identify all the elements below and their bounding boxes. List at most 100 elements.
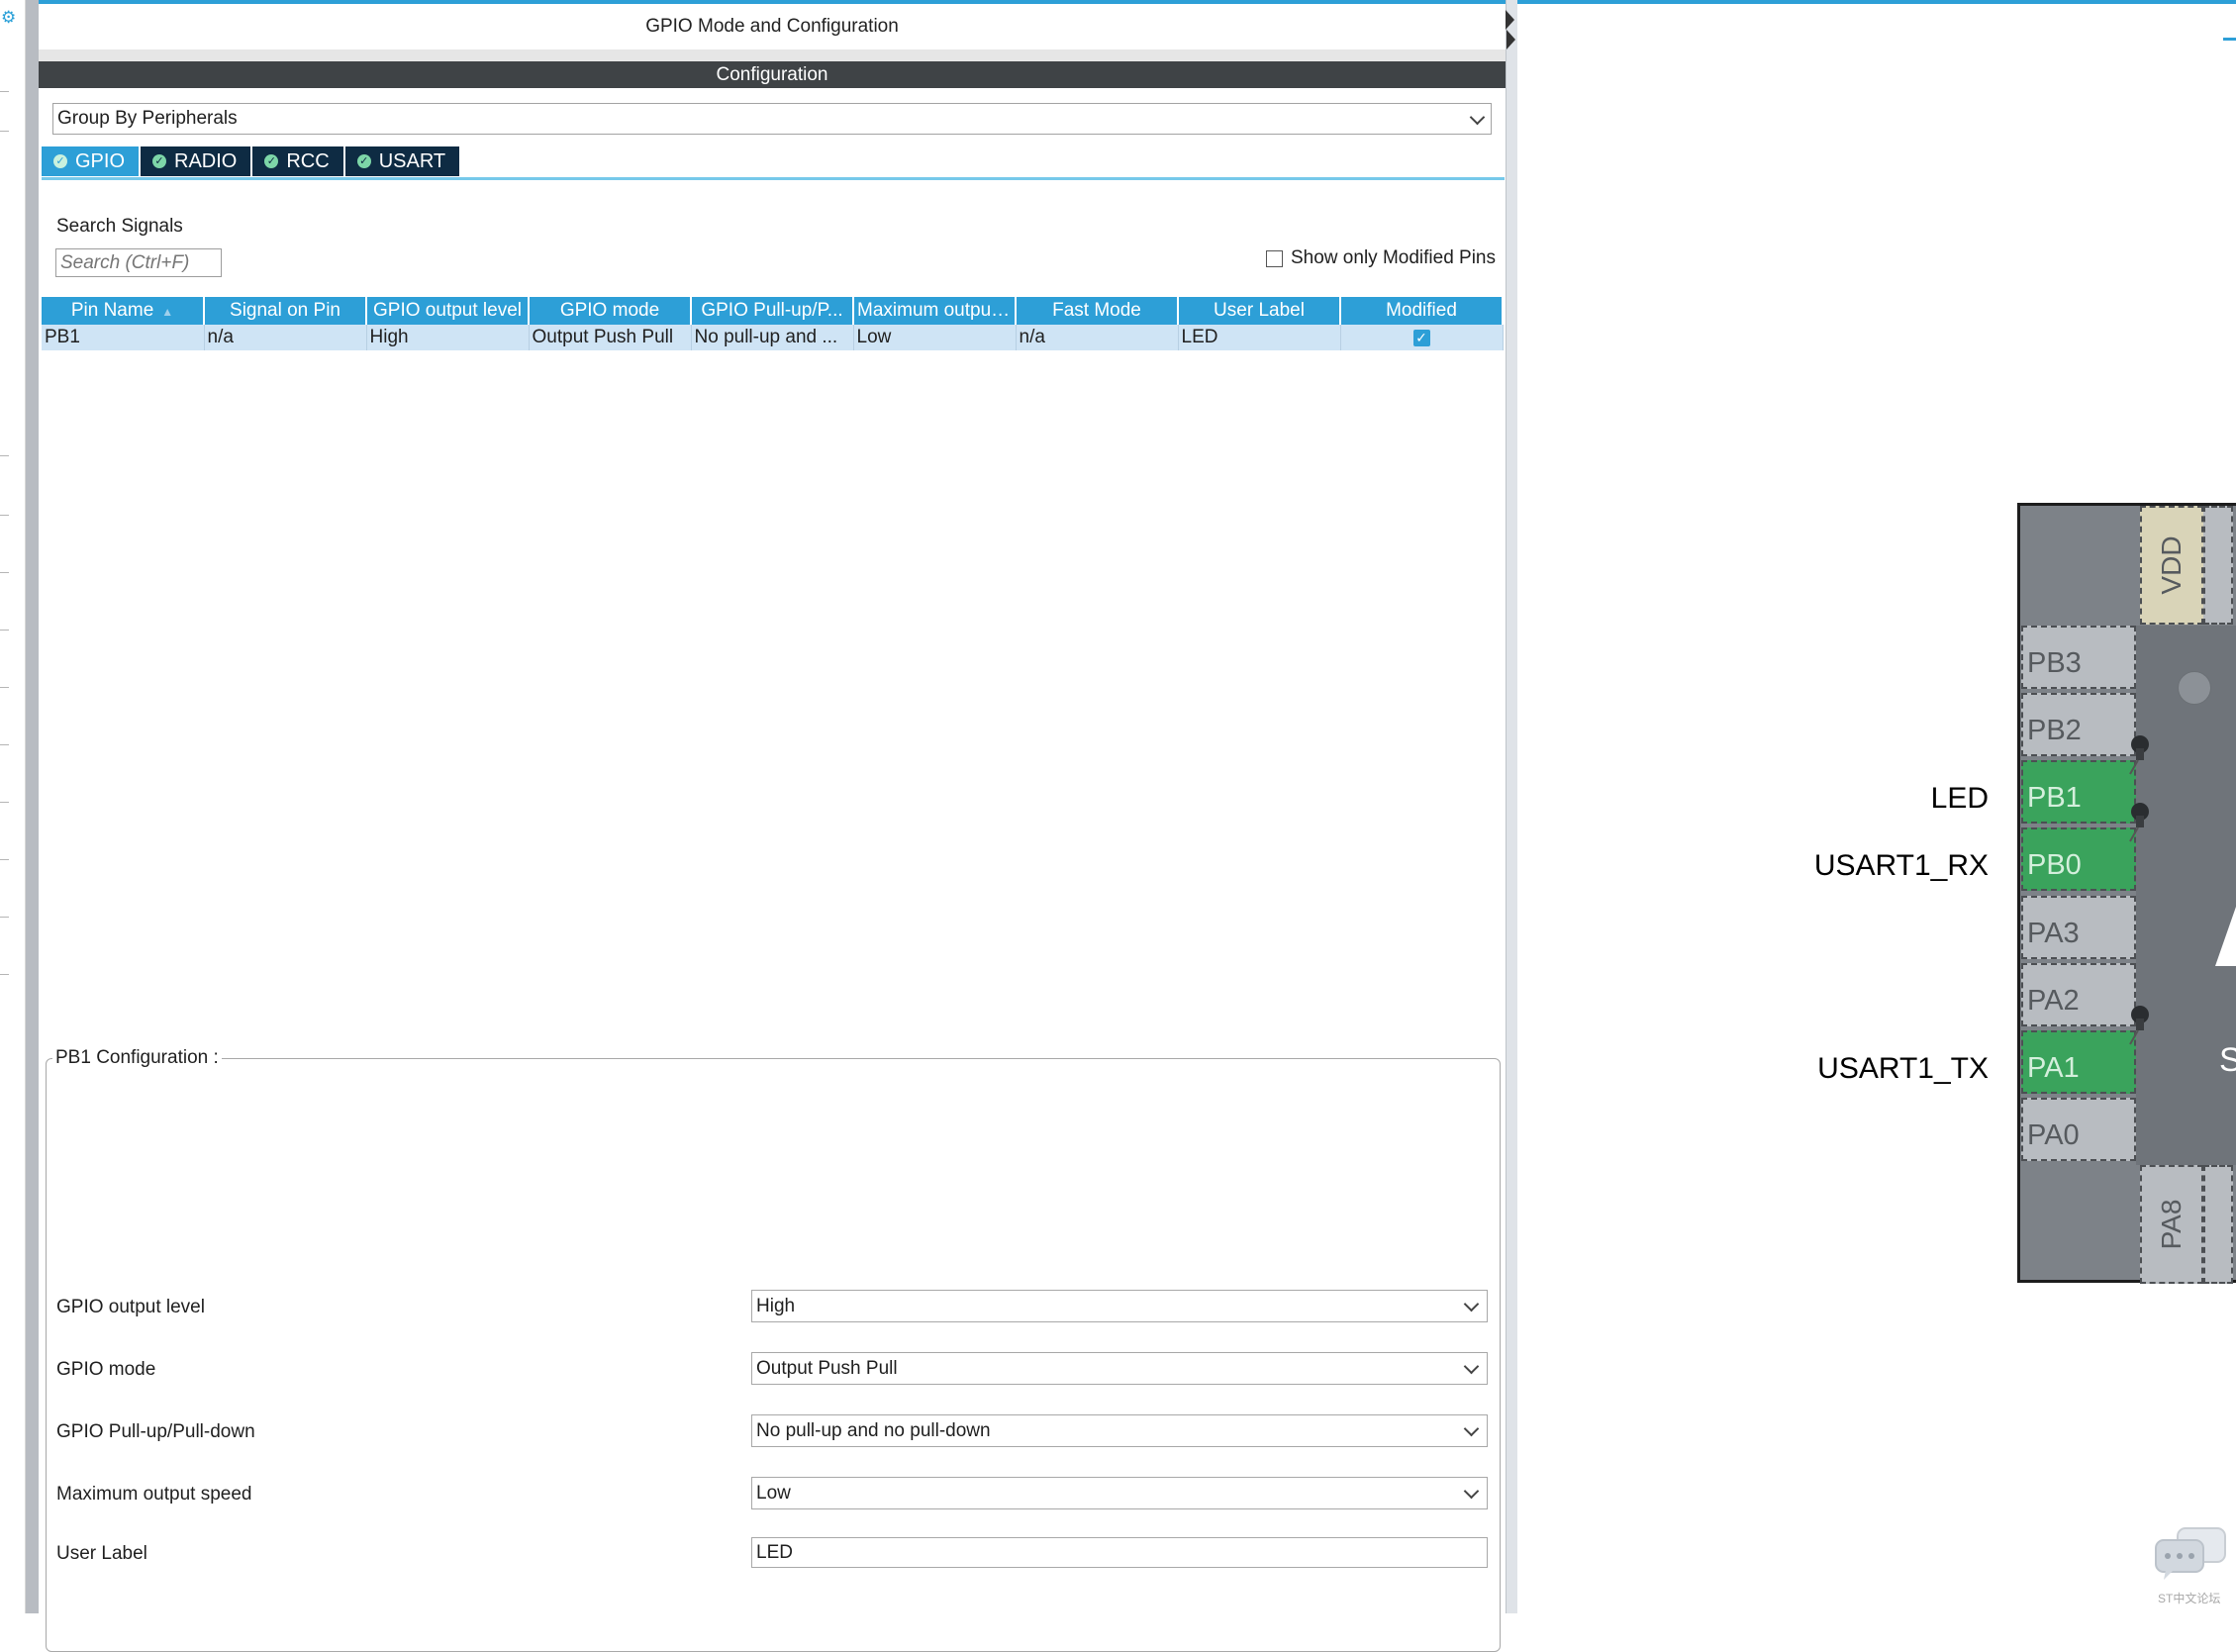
check-circle-icon: ✓	[356, 154, 371, 168]
cell-max-speed: Low	[853, 325, 1017, 350]
cell-user-label: LED	[1178, 325, 1341, 350]
user-label-label: User Label	[56, 1543, 147, 1564]
output-level-value: High	[756, 1296, 796, 1316]
check-circle-icon: ✓	[264, 154, 279, 168]
tab-label: RADIO	[174, 149, 238, 172]
panel-title: GPIO Mode and Configuration	[645, 16, 899, 37]
pin-pa1[interactable]: PA1	[2021, 1030, 2136, 1094]
pin1-indicator-dot	[2178, 671, 2211, 705]
modified-checkbox: ✓	[1412, 330, 1430, 346]
chip-body	[2136, 626, 2236, 1165]
pin-pa0[interactable]: PA0	[2021, 1098, 2136, 1161]
pin-pa8[interactable]: PA8	[2140, 1165, 2203, 1284]
tab-label: USART	[378, 149, 446, 172]
pin-pa3[interactable]: PA3	[2021, 896, 2136, 959]
column-header-modified[interactable]: Modified	[1340, 297, 1504, 325]
user-label-value: LED	[756, 1542, 793, 1563]
pin-configuration-title: PB1 Configuration :	[52, 1047, 222, 1069]
view-top-border	[1517, 0, 2236, 4]
pin-pa2[interactable]: PA2	[2021, 963, 2136, 1026]
chevron-down-icon	[1463, 1420, 1480, 1437]
pin-label-usart1-tx: USART1_TX	[1817, 1052, 1989, 1085]
output-level-select[interactable]: High	[751, 1290, 1488, 1322]
chat-bubble-icon	[2155, 1527, 2226, 1580]
gear-icon[interactable]: ⚙	[1, 9, 17, 26]
pull-value: No pull-up and no pull-down	[756, 1420, 991, 1441]
pin-signal-table: Pin Name ▲ Signal on Pin GPIO output leve…	[42, 297, 1504, 350]
pin-bottom-partial	[2203, 1165, 2233, 1284]
pull-select[interactable]: No pull-up and no pull-down	[751, 1414, 1488, 1447]
pull-label: GPIO Pull-up/Pull-down	[56, 1421, 255, 1442]
pushpin-icon	[2129, 735, 2149, 775]
view-marker	[2223, 38, 2236, 41]
group-by-select[interactable]: Group By Peripherals	[52, 103, 1492, 135]
cell-gpio-mode: Output Push Pull	[529, 325, 692, 350]
search-input[interactable]	[55, 248, 222, 277]
cell-signal: n/a	[204, 325, 367, 350]
pin-vdd[interactable]: VDD	[2140, 506, 2203, 625]
pin-pb0[interactable]: PB0	[2021, 827, 2136, 891]
pin-pb2[interactable]: PB2	[2021, 693, 2136, 756]
show-modified-label: Show only Modified Pins	[1291, 247, 1496, 268]
tab-label: RCC	[286, 149, 330, 172]
chevron-down-icon	[1463, 1358, 1480, 1375]
max-speed-label: Maximum output speed	[56, 1484, 252, 1505]
configuration-header: Configuration	[39, 61, 1506, 88]
left-scrollbar[interactable]	[26, 0, 39, 1613]
chevron-down-icon	[1463, 1296, 1480, 1312]
tab-usart[interactable]: ✓ USART	[344, 146, 462, 176]
column-header-pull[interactable]: GPIO Pull-up/P...	[691, 297, 854, 325]
pin-pb3[interactable]: PB3	[2021, 626, 2136, 689]
tab-gpio[interactable]: ✓ GPIO	[42, 146, 142, 176]
table-header-row: Pin Name ▲ Signal on Pin GPIO output leve…	[42, 297, 1504, 325]
tab-underline	[42, 177, 1505, 180]
column-header-max-speed[interactable]: Maximum output...	[853, 297, 1017, 325]
column-header-fast-mode[interactable]: Fast Mode	[1016, 297, 1179, 325]
gpio-mode-select[interactable]: Output Push Pull	[751, 1352, 1488, 1385]
collapse-arrow-icon[interactable]	[1506, 10, 1514, 30]
show-modified-pins[interactable]: Show only Modified Pins	[1266, 247, 1496, 269]
cell-output-level: High	[366, 325, 530, 350]
watermark-text: ST中文论坛	[2158, 1592, 2221, 1605]
pushpin-icon	[2129, 803, 2149, 842]
pin-top-partial	[2203, 506, 2233, 625]
collapse-arrow-icon[interactable]	[1507, 30, 1515, 49]
pin-pb1[interactable]: PB1	[2021, 760, 2136, 824]
column-header-gpio-mode[interactable]: GPIO mode	[529, 297, 692, 325]
check-circle-icon: ✓	[152, 154, 167, 168]
show-modified-checkbox[interactable]	[1266, 249, 1283, 267]
chevron-down-icon	[1469, 109, 1486, 126]
user-label-input[interactable]: LED	[751, 1537, 1488, 1568]
column-header-output-level[interactable]: GPIO output level	[366, 297, 530, 325]
table-row[interactable]: PB1 n/a High Output Push Pull No pull-up…	[42, 325, 1504, 350]
gpio-config-panel: GPIO Mode and Configuration Configuratio…	[39, 0, 1506, 1652]
check-circle-icon: ✓	[53, 154, 67, 168]
tab-rcc[interactable]: ✓ RCC	[252, 146, 345, 176]
max-speed-value: Low	[756, 1483, 791, 1504]
tab-label: GPIO	[75, 149, 126, 172]
column-header-pin-name[interactable]: Pin Name ▲	[42, 297, 205, 325]
cell-modified: ✓	[1340, 325, 1504, 350]
cell-fast-mode: n/a	[1016, 325, 1179, 350]
max-speed-select[interactable]: Low	[751, 1477, 1488, 1509]
sort-up-icon: ▲	[161, 305, 174, 319]
pushpin-icon	[2129, 1006, 2149, 1045]
left-sidebar-strip: ⚙	[0, 0, 26, 1613]
group-by-value: Group By Peripherals	[57, 108, 238, 129]
chip-logo-letter: S	[2219, 1041, 2236, 1079]
peripheral-tabs: ✓ GPIO ✓ RADIO ✓ RCC ✓ USART	[42, 146, 462, 176]
cell-pull: No pull-up and ...	[691, 325, 854, 350]
chevron-down-icon	[1463, 1483, 1480, 1500]
pin-label-led: LED	[1930, 782, 1989, 815]
tab-radio[interactable]: ✓ RADIO	[141, 146, 253, 176]
column-header-signal[interactable]: Signal on Pin	[204, 297, 367, 325]
gpio-mode-label: GPIO mode	[56, 1359, 156, 1380]
panel-splitter[interactable]	[1506, 0, 1517, 1613]
gpio-mode-value: Output Push Pull	[756, 1358, 898, 1379]
search-signals-label: Search Signals	[56, 216, 183, 237]
column-header-user-label[interactable]: User Label	[1178, 297, 1341, 325]
output-level-label: GPIO output level	[56, 1297, 205, 1317]
panel-separator	[39, 49, 1506, 61]
pin-label-usart1-rx: USART1_RX	[1813, 849, 1989, 882]
cell-pin-name: PB1	[42, 325, 205, 350]
